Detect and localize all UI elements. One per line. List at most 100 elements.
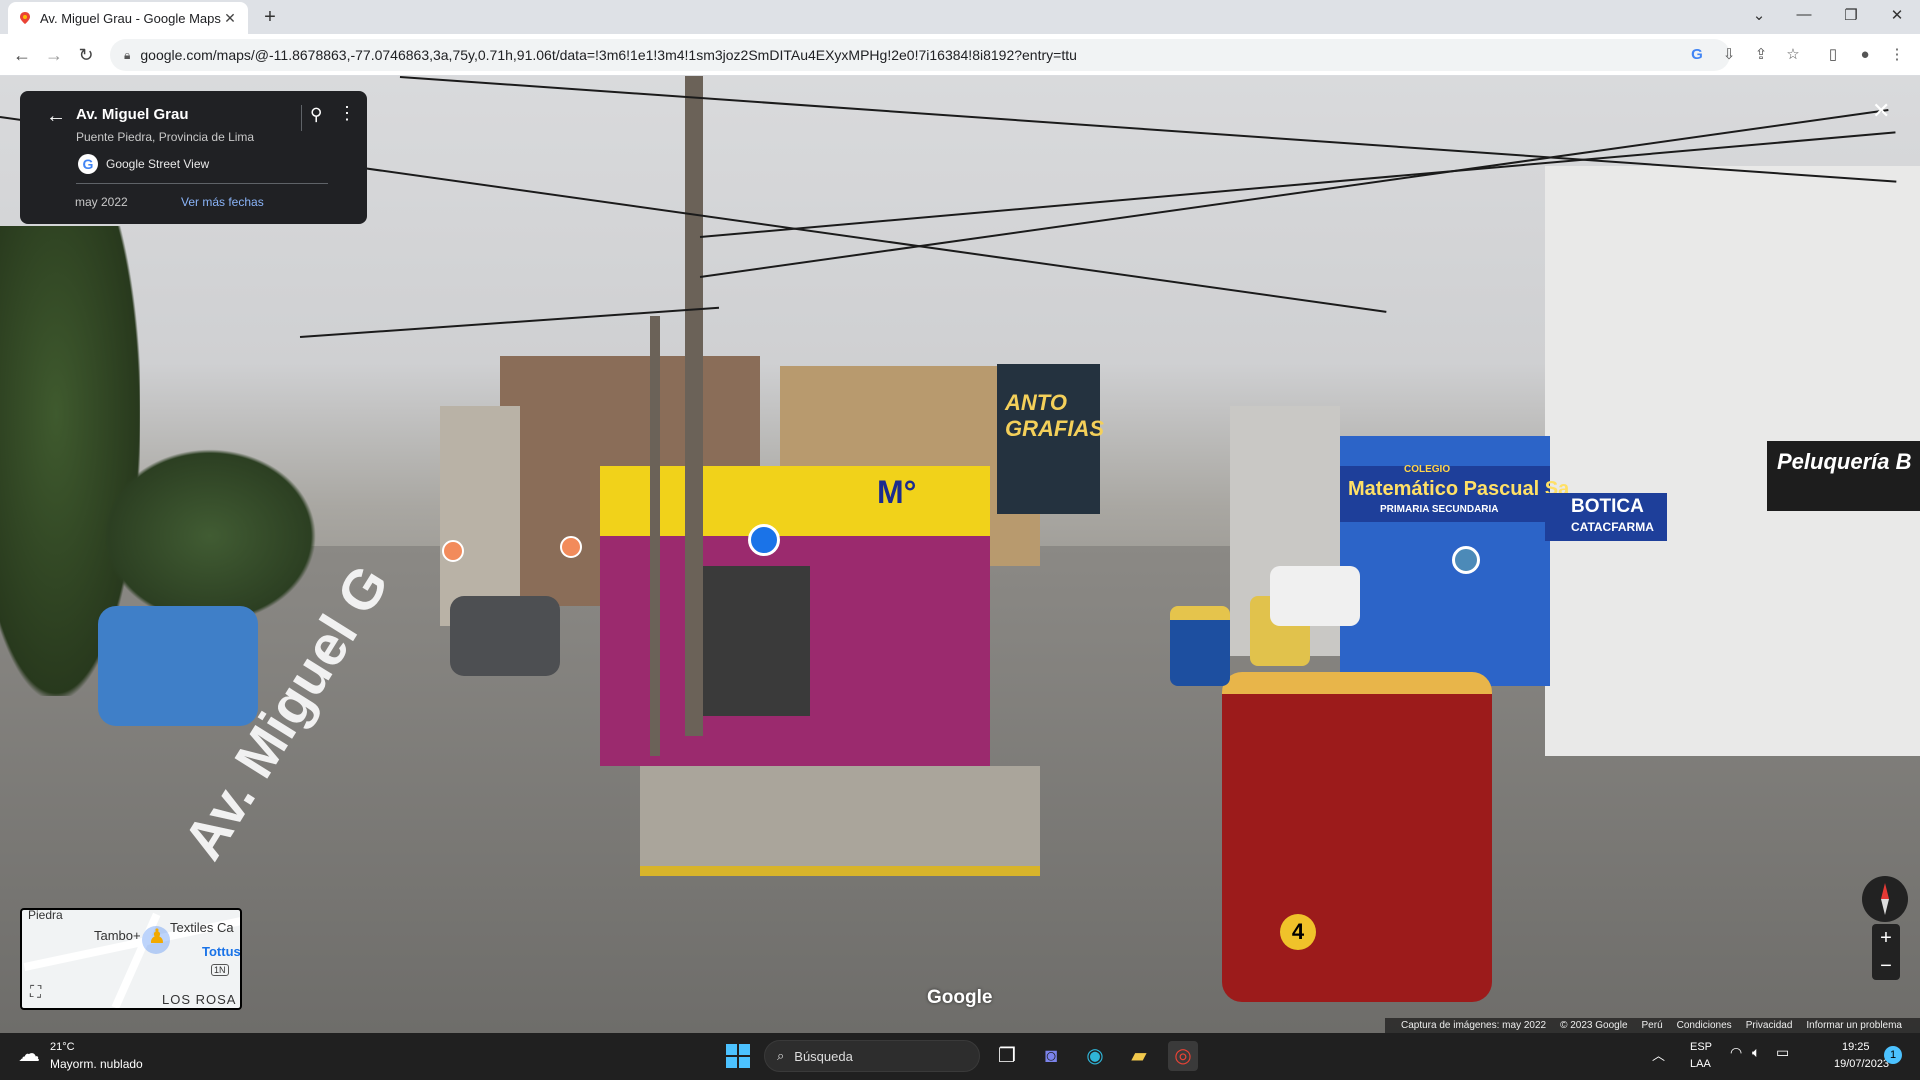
mototaxi-number: 4 bbox=[1280, 914, 1316, 950]
capture-date: may 2022 bbox=[75, 195, 128, 209]
imagery-date: Captura de imágenes: may 2022 bbox=[1401, 1020, 1547, 1031]
grey-car bbox=[450, 596, 560, 676]
edge-browser-icon[interactable]: ◉ bbox=[1080, 1041, 1110, 1071]
white-van bbox=[1270, 566, 1360, 626]
share-icon[interactable]: ⇪ bbox=[1750, 44, 1772, 66]
reload-icon[interactable]: ↻ bbox=[74, 43, 98, 67]
map-label: Tottus bbox=[202, 944, 241, 959]
windows-start-icon[interactable] bbox=[726, 1044, 750, 1068]
school-sign-name: Matemático Pascual Sa bbox=[1348, 478, 1570, 500]
utility-pole bbox=[650, 316, 660, 756]
minimap[interactable]: Piedra Tambo+ Textiles Ca Tottus 1N LOS … bbox=[20, 908, 242, 1010]
place-name: Av. Miguel Grau bbox=[76, 106, 189, 123]
profile-avatar-icon[interactable]: ● bbox=[1854, 44, 1876, 66]
divider bbox=[301, 105, 302, 131]
pharmacy-sign-name: BOTICA bbox=[1571, 496, 1644, 517]
map-label: Tambo+ bbox=[94, 928, 141, 943]
close-window-button[interactable]: ✕ bbox=[1882, 6, 1912, 28]
install-app-icon[interactable]: ⇩ bbox=[1718, 44, 1740, 66]
place-subtitle: Puente Piedra, Provincia de Lima bbox=[76, 130, 255, 144]
privacy-link[interactable]: Privacidad bbox=[1746, 1020, 1793, 1031]
back-arrow-icon[interactable]: ← bbox=[46, 105, 66, 128]
menu-kebab-icon[interactable]: ⋮ bbox=[1886, 44, 1908, 66]
more-options-icon[interactable]: ⋮ bbox=[338, 103, 356, 124]
task-view-icon[interactable]: ❐ bbox=[992, 1041, 1022, 1071]
map-pin-icon[interactable]: ⚲ bbox=[310, 105, 322, 125]
cloudy-weather-icon[interactable]: ☁ bbox=[18, 1041, 46, 1069]
notification-badge[interactable]: 1 bbox=[1884, 1046, 1902, 1064]
new-tab-button[interactable]: + bbox=[258, 6, 282, 30]
pegman-icon[interactable]: ♟ bbox=[148, 924, 166, 949]
clock-time[interactable]: 19:25 bbox=[1842, 1041, 1870, 1053]
store-door bbox=[700, 566, 810, 716]
weather-temperature[interactable]: 21°C bbox=[50, 1041, 75, 1053]
power-line bbox=[399, 76, 1897, 183]
keyboard-layout[interactable]: LAA bbox=[1690, 1058, 1711, 1070]
search-icon: ⌕ bbox=[777, 1048, 785, 1063]
zoom-control: + − bbox=[1872, 924, 1900, 980]
forward-arrow-icon[interactable]: → bbox=[42, 43, 66, 67]
expand-map-icon[interactable]: ⛶ bbox=[30, 984, 41, 1002]
minimize-button[interactable]: — bbox=[1789, 6, 1819, 28]
windows-taskbar: ☁ 21°C Mayorm. nublado ⌕ Búsqueda ❐ ◙ ◉ … bbox=[0, 1033, 1920, 1080]
school-marker-icon[interactable] bbox=[1452, 546, 1480, 574]
restaurant-marker-icon[interactable] bbox=[442, 540, 464, 562]
divider bbox=[76, 183, 328, 184]
url-text: google.com/maps/@-11.8678863,-77.0746863… bbox=[140, 47, 1077, 63]
battery-icon[interactable]: ▭ bbox=[1776, 1044, 1789, 1061]
school-sign-bottom: PRIMARIA SECUNDARIA bbox=[1380, 504, 1499, 515]
see-more-dates-link[interactable]: Ver más fechas bbox=[181, 195, 264, 209]
building bbox=[440, 406, 520, 626]
sidewalk-corner bbox=[640, 766, 1040, 876]
search-placeholder: Búsqueda bbox=[794, 1048, 853, 1064]
maximize-button[interactable]: ❐ bbox=[1836, 6, 1866, 28]
shop-marker-icon[interactable] bbox=[748, 524, 780, 556]
close-street-view-icon[interactable]: ✕ bbox=[1872, 98, 1890, 124]
zoom-out-button[interactable]: − bbox=[1872, 952, 1900, 980]
tab-bar: Av. Miguel Grau - Google Maps ✕ + ⌄ — ❐ … bbox=[0, 0, 1920, 34]
tab-google-maps[interactable]: Av. Miguel Grau - Google Maps ✕ bbox=[8, 2, 248, 34]
pharmacy-sign-sub: CATACFARMA bbox=[1571, 520, 1654, 534]
show-hidden-icons-chevron-icon[interactable]: ︿ bbox=[1652, 1045, 1665, 1064]
map-label: Textiles Ca bbox=[170, 920, 234, 935]
utility-pole bbox=[685, 76, 703, 736]
terms-link[interactable]: Condiciones bbox=[1677, 1020, 1732, 1031]
back-arrow-icon[interactable]: ← bbox=[10, 43, 34, 67]
chrome-icon[interactable]: ◎ bbox=[1168, 1041, 1198, 1071]
street-view-info-card: ← Av. Miguel Grau Puente Piedra, Provinc… bbox=[20, 91, 367, 224]
site-info-icon[interactable]: 🔒︎ bbox=[124, 48, 130, 63]
tab-search-icon[interactable]: ⌄ bbox=[1744, 6, 1774, 28]
photo-sign-text: ANTO GRAFIAS bbox=[1005, 390, 1104, 441]
restaurant-marker-icon[interactable] bbox=[560, 536, 582, 558]
compass-icon[interactable] bbox=[1862, 876, 1908, 922]
imagery-source: Google Street View bbox=[106, 157, 210, 171]
zoom-in-button[interactable]: + bbox=[1872, 924, 1900, 952]
tree bbox=[100, 446, 320, 626]
google-g-icon: G bbox=[78, 154, 98, 174]
store-logo: M° bbox=[877, 474, 917, 510]
country-link[interactable]: Perú bbox=[1642, 1020, 1663, 1031]
salon-sign: Peluquería B bbox=[1767, 441, 1920, 511]
volume-icon[interactable]: 🔈︎ bbox=[1752, 1044, 1760, 1061]
pharmacy-sign: BOTICA CATACFARMA bbox=[1545, 493, 1667, 541]
salon-sign-text: Peluquería B bbox=[1777, 449, 1912, 474]
weather-condition[interactable]: Mayorm. nublado bbox=[50, 1057, 143, 1071]
input-language[interactable]: ESP bbox=[1690, 1041, 1712, 1053]
clock-date[interactable]: 19/07/2023 bbox=[1834, 1058, 1889, 1070]
attribution-footer: Captura de imágenes: may 2022 © 2023 Goo… bbox=[1385, 1018, 1920, 1033]
file-explorer-icon[interactable]: ▰ bbox=[1124, 1041, 1154, 1071]
copyright: © 2023 Google bbox=[1560, 1020, 1628, 1031]
close-tab-icon[interactable]: ✕ bbox=[222, 10, 238, 27]
blue-car bbox=[98, 606, 258, 726]
address-bar[interactable]: 🔒︎ google.com/maps/@-11.8678863,-77.0746… bbox=[110, 39, 1730, 71]
report-problem-link[interactable]: Informar un problema bbox=[1806, 1020, 1902, 1031]
side-panel-icon[interactable]: ▯ bbox=[1822, 44, 1844, 66]
wifi-icon[interactable]: ◠ bbox=[1730, 1044, 1742, 1061]
map-label: 1N bbox=[211, 964, 229, 976]
bookmark-star-icon[interactable]: ☆ bbox=[1782, 44, 1804, 66]
google-watermark: Google bbox=[927, 987, 993, 1008]
school-sign: COLEGIO Matemático Pascual Sa PRIMARIA S… bbox=[1340, 464, 1569, 522]
taskbar-search-box[interactable]: ⌕ Búsqueda bbox=[764, 1040, 980, 1072]
teams-chat-icon[interactable]: ◙ bbox=[1036, 1041, 1066, 1071]
google-lens-icon[interactable]: G bbox=[1686, 44, 1708, 66]
